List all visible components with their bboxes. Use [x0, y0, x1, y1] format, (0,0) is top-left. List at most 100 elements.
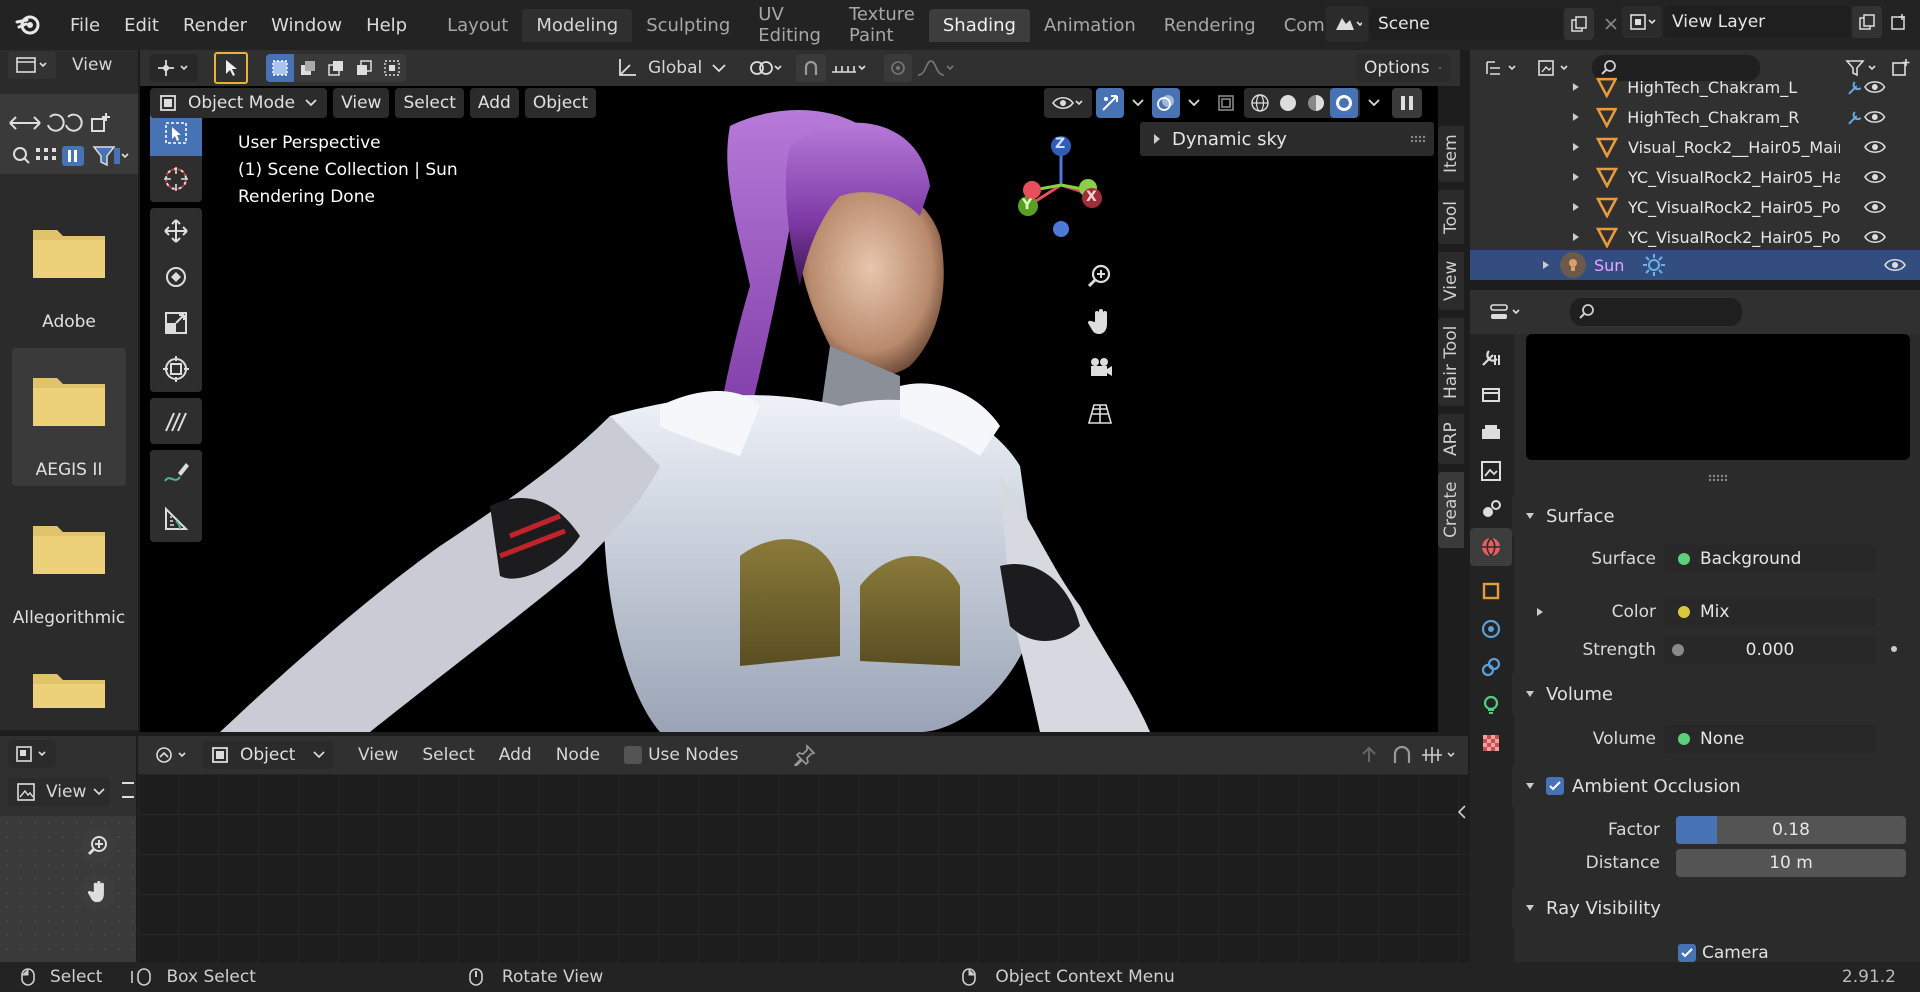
tab-hair-tool[interactable]: Hair Tool: [1438, 318, 1464, 406]
xray-icon[interactable]: [1212, 88, 1240, 118]
outliner-item[interactable]: YC_VisualRock2_Hair05_Pon: [1470, 192, 1900, 222]
blender-logo-icon[interactable]: [8, 0, 48, 50]
annotate-tool-icon[interactable]: [150, 450, 202, 496]
rotate-tool-icon[interactable]: [150, 254, 202, 300]
options-dropdown[interactable]: Options: [1356, 54, 1450, 82]
cursor-tool-icon[interactable]: [150, 156, 202, 202]
chevron-down-icon[interactable]: [1128, 88, 1148, 118]
nav-arrows-icon[interactable]: [6, 108, 116, 138]
output-tab-icon[interactable]: [1470, 414, 1512, 452]
select-new-icon[interactable]: [266, 54, 294, 82]
tab-rendering[interactable]: Rendering: [1150, 9, 1270, 42]
wireframe-shading-icon[interactable]: [1246, 88, 1274, 118]
select-cursor-tool-icon[interactable]: [214, 52, 248, 84]
scene-tab-icon[interactable]: [1470, 490, 1512, 528]
outliner-item[interactable]: HighTech_Chakram_R: [1470, 102, 1900, 132]
visibility-eye-icon[interactable]: [1864, 139, 1886, 155]
folder-item[interactable]: Allegorithmic: [12, 496, 126, 634]
perspective-toggle-icon[interactable]: [1082, 396, 1118, 432]
pivot-point-icon[interactable]: [746, 54, 788, 82]
chevron-down-icon[interactable]: [1364, 88, 1384, 118]
folder-item[interactable]: [12, 644, 126, 708]
chevron-down-icon[interactable]: [1184, 88, 1204, 118]
navigation-gizmo[interactable]: Z X Y: [1006, 130, 1116, 240]
strength-field[interactable]: 0.000: [1664, 636, 1876, 664]
falloff-icon[interactable]: [914, 54, 958, 82]
pin-icon[interactable]: [794, 744, 816, 766]
outliner-item[interactable]: Visual_Rock2__Hair05_Main: [1470, 132, 1900, 162]
outliner-item[interactable]: YC_VisualRock2_Hair05_Pon: [1470, 222, 1900, 252]
scale-tool-icon[interactable]: [150, 300, 202, 346]
solid-shading-icon[interactable]: [1274, 88, 1302, 118]
object-tab-icon[interactable]: [1470, 572, 1512, 610]
node-node-menu[interactable]: Node: [556, 745, 600, 765]
zoom-icon[interactable]: [1082, 258, 1118, 294]
ambient-occlusion-checkbox[interactable]: [1546, 777, 1564, 795]
image-editor-type-icon[interactable]: [8, 740, 56, 768]
keyframe-dot-icon[interactable]: [1891, 646, 1897, 652]
tab-modeling[interactable]: Modeling: [522, 8, 633, 42]
parent-node-tree-icon[interactable]: [1358, 744, 1380, 766]
duplicate-scene-icon[interactable]: [1564, 8, 1594, 40]
visibility-eye-icon[interactable]: [1864, 199, 1886, 215]
tab-tool[interactable]: Tool: [1438, 190, 1464, 244]
object-data-tab-icon[interactable]: [1470, 686, 1512, 724]
transform-pivot-icon[interactable]: [150, 54, 198, 82]
camera-view-icon[interactable]: [1082, 350, 1118, 386]
3d-viewport[interactable]: Object Mode View Select Add Object User …: [140, 86, 1438, 732]
scene-icon[interactable]: [1326, 6, 1368, 42]
distance-field[interactable]: 10 m: [1676, 849, 1906, 877]
view-layer-icon[interactable]: [1622, 6, 1662, 38]
volume-node-field[interactable]: None: [1664, 725, 1876, 753]
folder-item[interactable]: Adobe: [12, 200, 126, 338]
ray-visibility-section-header[interactable]: Ray Visibility: [1512, 888, 1920, 928]
ambient-occlusion-section-header[interactable]: Ambient Occlusion: [1512, 766, 1920, 806]
gizmo-toggle-icon[interactable]: [1096, 88, 1124, 118]
camera-visibility-checkbox[interactable]: [1678, 944, 1696, 962]
transform-tool-icon[interactable]: [150, 346, 202, 392]
move-tool-icon[interactable]: [150, 208, 202, 254]
node-object-dropdown[interactable]: Object: [202, 741, 334, 769]
properties-search-input[interactable]: [1570, 298, 1742, 326]
menu-help[interactable]: Help: [354, 15, 419, 36]
file-browser-view-menu[interactable]: View: [72, 55, 112, 75]
viewport-add-menu[interactable]: Add: [469, 88, 519, 118]
image-view-dropdown[interactable]: View: [8, 778, 110, 806]
physics-tab-icon[interactable]: [1470, 610, 1512, 648]
outliner-item[interactable]: YC_VisualRock2_Hair05_Hai: [1470, 162, 1900, 192]
visibility-eye-icon[interactable]: [1864, 229, 1886, 245]
visibility-eye-icon[interactable]: [1864, 169, 1886, 185]
node-editor-type-icon[interactable]: [148, 741, 196, 769]
menu-render[interactable]: Render: [171, 15, 259, 36]
visibility-icon[interactable]: [1044, 88, 1092, 118]
menu-file[interactable]: File: [58, 15, 112, 36]
annotate-lines-icon[interactable]: [150, 398, 202, 444]
tab-item[interactable]: Item: [1438, 126, 1464, 182]
folder-item[interactable]: AEGIS II: [12, 348, 126, 486]
render-tab-icon[interactable]: [1470, 376, 1512, 414]
view-layer-field[interactable]: View Layer: [1664, 6, 1850, 38]
rendered-shading-icon[interactable]: [1330, 88, 1358, 118]
tab-sculpting[interactable]: Sculpting: [632, 9, 744, 42]
snap-increment-icon[interactable]: [828, 54, 872, 82]
tab-arp[interactable]: ARP: [1438, 414, 1464, 464]
factor-slider[interactable]: 0.18: [1676, 816, 1906, 844]
viewport-object-menu[interactable]: Object: [524, 88, 597, 118]
tab-view[interactable]: View: [1438, 252, 1464, 310]
visibility-eye-icon[interactable]: [1884, 257, 1906, 273]
tab-layout[interactable]: Layout: [433, 9, 522, 42]
resize-handle-icon[interactable]: [1708, 474, 1728, 482]
tab-create[interactable]: Create: [1438, 472, 1464, 548]
menu-window[interactable]: Window: [259, 15, 354, 36]
menu-edit[interactable]: Edit: [112, 15, 171, 36]
use-nodes-checkbox[interactable]: [624, 746, 643, 764]
material-shading-icon[interactable]: [1302, 88, 1330, 118]
node-select-menu[interactable]: Select: [422, 745, 474, 765]
surface-node-field[interactable]: Background: [1664, 545, 1876, 573]
tab-animation[interactable]: Animation: [1030, 9, 1150, 42]
visibility-eye-icon[interactable]: [1864, 109, 1886, 125]
viewport-view-menu[interactable]: View: [333, 88, 390, 118]
zoom-icon[interactable]: [80, 828, 116, 864]
properties-editor-type-icon[interactable]: [1482, 298, 1530, 326]
pause-render-icon[interactable]: [1392, 88, 1422, 118]
